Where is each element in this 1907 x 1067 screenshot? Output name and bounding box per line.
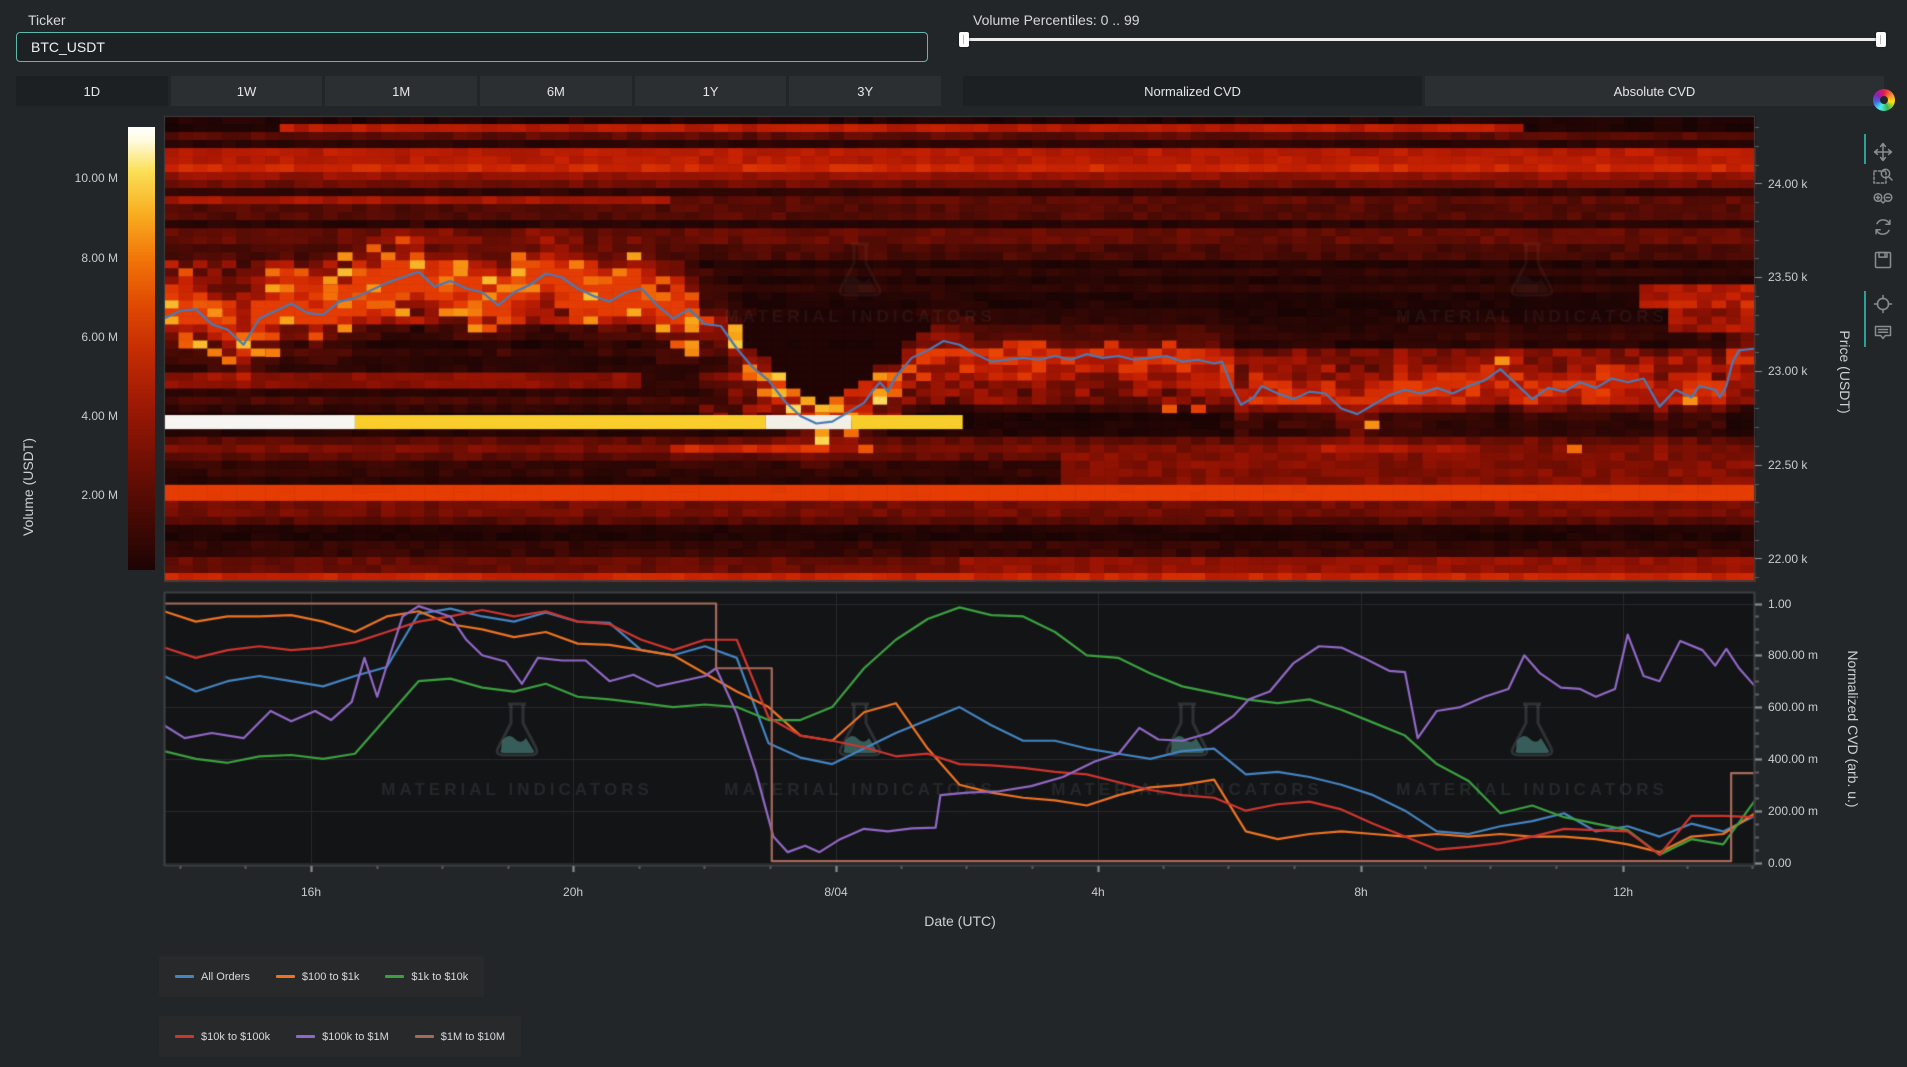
ticker-label: Ticker — [28, 12, 66, 28]
price-axis-title: Price (USDT) — [1837, 330, 1853, 413]
volume-percentile-slider-handle-max[interactable] — [1876, 32, 1886, 47]
volume-axis-title: Volume (USDT) — [20, 438, 36, 536]
zoom-in-out-icon[interactable] — [1872, 188, 1894, 210]
legend-item--100k-to-1m[interactable]: $100k to $1M — [296, 1031, 389, 1043]
modebar-accent-bar-top — [1864, 134, 1866, 164]
tab-absolute-cvd[interactable]: Absolute CVD — [1425, 76, 1884, 106]
legend-swatch — [415, 1035, 434, 1038]
chart-canvas[interactable] — [0, 0, 1907, 1067]
legend-item--100-to-1k[interactable]: $100 to $1k — [276, 971, 360, 983]
volume-tick-label: 4.00 M — [38, 408, 118, 424]
volume-percentiles-label: Volume Percentiles: 0 .. 99 — [973, 12, 1140, 28]
timeframe-button-1w[interactable]: 1W — [171, 76, 323, 106]
volume-tick-label: 6.00 M — [38, 329, 118, 345]
legend-item-all-orders[interactable]: All Orders — [175, 971, 250, 983]
cvd-tick-label: 400.00 m — [1768, 751, 1848, 767]
legend-item--1m-to-10m[interactable]: $1M to $10M — [415, 1031, 505, 1043]
modebar-accent-bar-bottom — [1864, 291, 1866, 347]
date-tick-label: 8h — [1321, 884, 1401, 900]
legend-item--10k-to-100k[interactable]: $10k to $100k — [175, 1031, 270, 1043]
volume-tick-label: 2.00 M — [38, 487, 118, 503]
ticker-input[interactable] — [16, 32, 928, 62]
cvd-tab-row: Normalized CVDAbsolute CVD — [963, 76, 1884, 106]
price-tick-label: 24.00 k — [1768, 176, 1838, 192]
volume-colorbar — [128, 127, 155, 570]
price-tick-label: 23.50 k — [1768, 269, 1838, 285]
cvd-tick-label: 600.00 m — [1768, 699, 1848, 715]
cvd-axis-title: Normalized CVD (arb. u.) — [1845, 650, 1861, 807]
hover-tooltip-icon[interactable] — [1872, 321, 1894, 343]
timeframe-button-row: 1D1W1M6M1Y3Y — [16, 76, 941, 106]
legend-label: $1k to $10k — [411, 971, 468, 983]
legend-swatch — [276, 975, 295, 978]
cvd-tick-label: 800.00 m — [1768, 647, 1848, 663]
date-tick-label: 4h — [1058, 884, 1138, 900]
date-tick-label: 20h — [533, 884, 613, 900]
legend-label: $10k to $100k — [201, 1031, 270, 1043]
legend-swatch — [175, 975, 194, 978]
volume-tick-label: 8.00 M — [38, 250, 118, 266]
legend-swatch — [175, 1035, 194, 1038]
cvd-tick-label: 0.00 — [1768, 855, 1848, 871]
firecharts-app: Ticker 1D1W1M6M1Y3Y Volume Percentiles: … — [0, 0, 1907, 1067]
legend-item--1k-to-10k[interactable]: $1k to $10k — [385, 971, 468, 983]
volume-percentile-slider-track[interactable] — [963, 38, 1884, 41]
price-tick-label: 22.00 k — [1768, 551, 1838, 567]
price-tick-label: 23.00 k — [1768, 363, 1838, 379]
timeframe-button-3y[interactable]: 3Y — [789, 76, 941, 106]
date-tick-label: 8/04 — [796, 884, 876, 900]
spikelines-icon[interactable] — [1872, 293, 1894, 315]
legend-label: $100k to $1M — [322, 1031, 389, 1043]
legend-label: $100 to $1k — [302, 971, 360, 983]
legend-row-1: All Orders $100 to $1k $1k to $10k — [159, 956, 484, 997]
save-icon[interactable] — [1872, 249, 1894, 271]
price-tick-label: 22.50 k — [1768, 457, 1838, 473]
cvd-tick-label: 200.00 m — [1768, 803, 1848, 819]
autoscale-icon[interactable] — [1872, 216, 1894, 238]
legend-swatch — [385, 975, 404, 978]
legend-row-2: $10k to $100k $100k to $1M $1M to $10M — [159, 1016, 521, 1057]
legend-label: $1M to $10M — [441, 1031, 505, 1043]
volume-tick-label: 10.00 M — [38, 170, 118, 186]
timeframe-button-1y[interactable]: 1Y — [635, 76, 787, 106]
date-tick-label: 16h — [271, 884, 351, 900]
cvd-tick-label: 1.00 — [1768, 596, 1848, 612]
legend-swatch — [296, 1035, 315, 1038]
pan-icon[interactable] — [1872, 141, 1894, 163]
timeframe-button-6m[interactable]: 6M — [480, 76, 632, 106]
plotly-logo-icon[interactable] — [1873, 89, 1895, 111]
timeframe-button-1m[interactable]: 1M — [325, 76, 477, 106]
legend-label: All Orders — [201, 971, 250, 983]
volume-percentile-slider-handle-min[interactable] — [959, 32, 969, 47]
timeframe-button-1d[interactable]: 1D — [16, 76, 168, 106]
date-axis-title: Date (UTC) — [924, 913, 996, 929]
tab-normalized-cvd[interactable]: Normalized CVD — [963, 76, 1422, 106]
date-tick-label: 12h — [1583, 884, 1663, 900]
box-zoom-icon[interactable] — [1872, 165, 1894, 187]
